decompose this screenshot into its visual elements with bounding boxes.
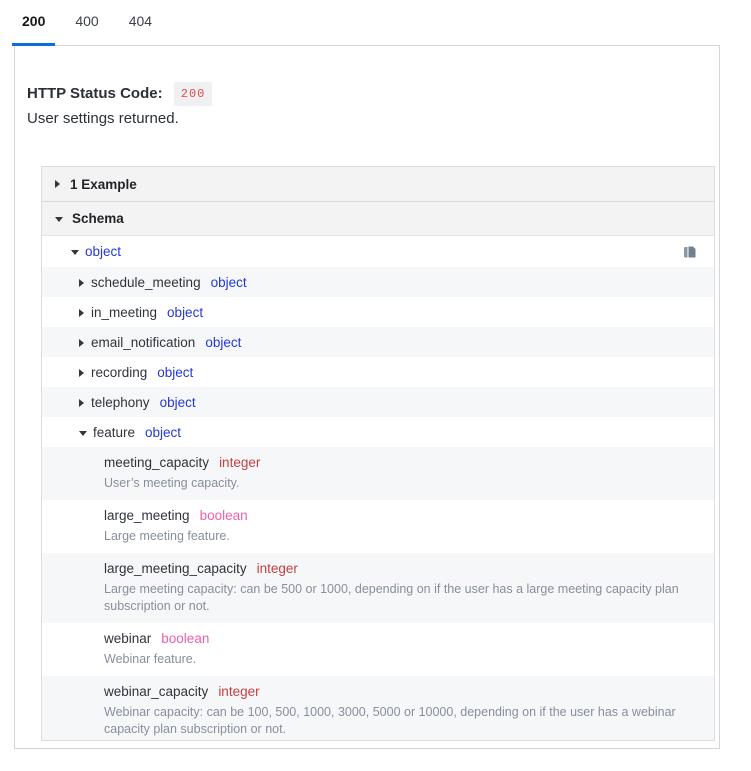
property-type: object bbox=[167, 305, 204, 320]
property-main: large_meeting boolean Large meeting featur… bbox=[104, 506, 708, 545]
tab-400-label: 400 bbox=[75, 13, 99, 29]
schema-header-label: Schema bbox=[72, 211, 124, 226]
tab-404[interactable]: 404 bbox=[119, 0, 162, 45]
property-type: object bbox=[210, 275, 247, 290]
property-description: Webinar capacity: can be 100, 500, 1000,… bbox=[104, 705, 676, 736]
property-type: object bbox=[159, 395, 196, 410]
schema-row[interactable]: recording object bbox=[42, 357, 714, 387]
property-main: telephony object bbox=[91, 393, 708, 412]
status-code-label: HTTP Status Code: bbox=[27, 85, 163, 102]
property-description: Large meeting capacity: can be 500 or 10… bbox=[104, 582, 679, 613]
property-description: User’s meeting capacity. bbox=[104, 476, 240, 490]
property-name: in_meeting bbox=[91, 305, 158, 320]
property-main: object bbox=[85, 242, 683, 261]
chevron-down-icon[interactable] bbox=[79, 431, 87, 436]
property-name: email_notification bbox=[91, 335, 196, 350]
example-section-header[interactable]: 1 Example bbox=[42, 167, 714, 201]
copy-icon[interactable] bbox=[683, 245, 697, 259]
tab-400[interactable]: 400 bbox=[65, 0, 108, 45]
property-name-line: recording object bbox=[91, 363, 708, 382]
schema-row: meeting_capacity integer User’s meeting ca… bbox=[42, 447, 714, 500]
schema-row[interactable]: telephony object bbox=[42, 387, 714, 417]
tab-404-label: 404 bbox=[128, 13, 153, 29]
property-name: webinar bbox=[104, 631, 152, 646]
property-name-line: email_notification object bbox=[91, 333, 708, 352]
chevron-right-icon bbox=[55, 180, 60, 188]
property-name: large_meeting_capacity bbox=[104, 561, 247, 576]
schema-row[interactable]: feature object bbox=[42, 417, 714, 447]
property-name-line: object bbox=[85, 242, 683, 261]
property-name-line: schedule_meeting object bbox=[91, 273, 708, 292]
property-main: webinar_capacity integer Webinar capacity:… bbox=[104, 682, 708, 738]
property-description: Webinar feature. bbox=[104, 652, 197, 666]
property-main: email_notification object bbox=[91, 333, 708, 352]
property-name: recording bbox=[91, 365, 148, 380]
property-type: object bbox=[145, 425, 182, 440]
property-name-line: meeting_capacity integer bbox=[104, 453, 708, 472]
property-main: recording object bbox=[91, 363, 708, 382]
property-type: object bbox=[157, 365, 194, 380]
response-accordion: 1 Example Schema object schedule_meeting o… bbox=[41, 166, 715, 741]
property-name: schedule_meeting bbox=[91, 275, 201, 290]
schema-row: large_meeting boolean Large meeting featur… bbox=[42, 500, 714, 553]
property-name: meeting_capacity bbox=[104, 455, 210, 470]
property-main: feature object bbox=[93, 423, 708, 442]
property-name-line: large_meeting_capacity integer bbox=[104, 559, 708, 578]
response-panel: HTTP Status Code: 200 User settings retu… bbox=[14, 45, 720, 749]
property-name: large_meeting bbox=[104, 508, 190, 523]
response-description: User settings returned. bbox=[27, 110, 179, 127]
property-main: in_meeting object bbox=[91, 303, 708, 322]
chevron-right-icon[interactable] bbox=[79, 279, 84, 287]
property-type: boolean bbox=[199, 508, 248, 523]
chevron-right-icon[interactable] bbox=[79, 369, 84, 377]
property-type: object bbox=[85, 244, 122, 259]
active-tab-indicator bbox=[12, 43, 56, 46]
chevron-down-icon bbox=[55, 216, 63, 222]
property-type: integer bbox=[219, 455, 261, 470]
property-main: meeting_capacity integer User’s meeting ca… bbox=[104, 453, 708, 492]
property-name-line: webinar boolean bbox=[104, 629, 708, 648]
tab-200-label: 200 bbox=[22, 13, 46, 29]
chevron-down-icon[interactable] bbox=[71, 250, 79, 255]
tab-200[interactable]: 200 bbox=[12, 0, 56, 46]
schema-row[interactable]: email_notification object bbox=[42, 327, 714, 357]
status-code-badge: 200 bbox=[173, 82, 213, 106]
property-type: integer bbox=[218, 684, 260, 699]
status-code-tabbar: 200 400 404 bbox=[12, 0, 751, 46]
property-type: object bbox=[205, 335, 242, 350]
property-main: schedule_meeting object bbox=[91, 273, 708, 292]
property-name-line: in_meeting object bbox=[91, 303, 708, 322]
schema-row: large_meeting_capacity integer Large meeti… bbox=[42, 553, 714, 623]
chevron-right-icon[interactable] bbox=[79, 399, 84, 407]
property-name: webinar_capacity bbox=[104, 684, 209, 699]
schema-row: webinar_capacity integer Webinar capacity:… bbox=[42, 676, 714, 740]
schema-row: webinar boolean Webinar feature. bbox=[42, 623, 714, 676]
property-description: Large meeting feature. bbox=[104, 529, 230, 543]
schema-section-header[interactable]: Schema bbox=[42, 201, 714, 235]
property-name-line: feature object bbox=[93, 423, 708, 442]
chevron-right-icon[interactable] bbox=[79, 309, 84, 317]
property-type: integer bbox=[256, 561, 298, 576]
property-name: telephony bbox=[91, 395, 150, 410]
schema-body: object schedule_meeting object in_meeting ob… bbox=[42, 235, 714, 740]
property-type: boolean bbox=[161, 631, 210, 646]
property-main: large_meeting_capacity integer Large meeti… bbox=[104, 559, 708, 615]
schema-row[interactable]: schedule_meeting object bbox=[42, 267, 714, 297]
property-name-line: telephony object bbox=[91, 393, 708, 412]
property-name-line: webinar_capacity integer bbox=[104, 682, 708, 701]
schema-row[interactable]: in_meeting object bbox=[42, 297, 714, 327]
property-main: webinar boolean Webinar feature. bbox=[104, 629, 708, 668]
property-name: feature bbox=[93, 425, 136, 440]
schema-row[interactable]: object bbox=[42, 236, 714, 267]
property-name-line: large_meeting boolean bbox=[104, 506, 708, 525]
chevron-right-icon[interactable] bbox=[79, 339, 84, 347]
status-line: HTTP Status Code: 200 bbox=[27, 82, 703, 106]
example-header-label: 1 Example bbox=[70, 176, 137, 192]
